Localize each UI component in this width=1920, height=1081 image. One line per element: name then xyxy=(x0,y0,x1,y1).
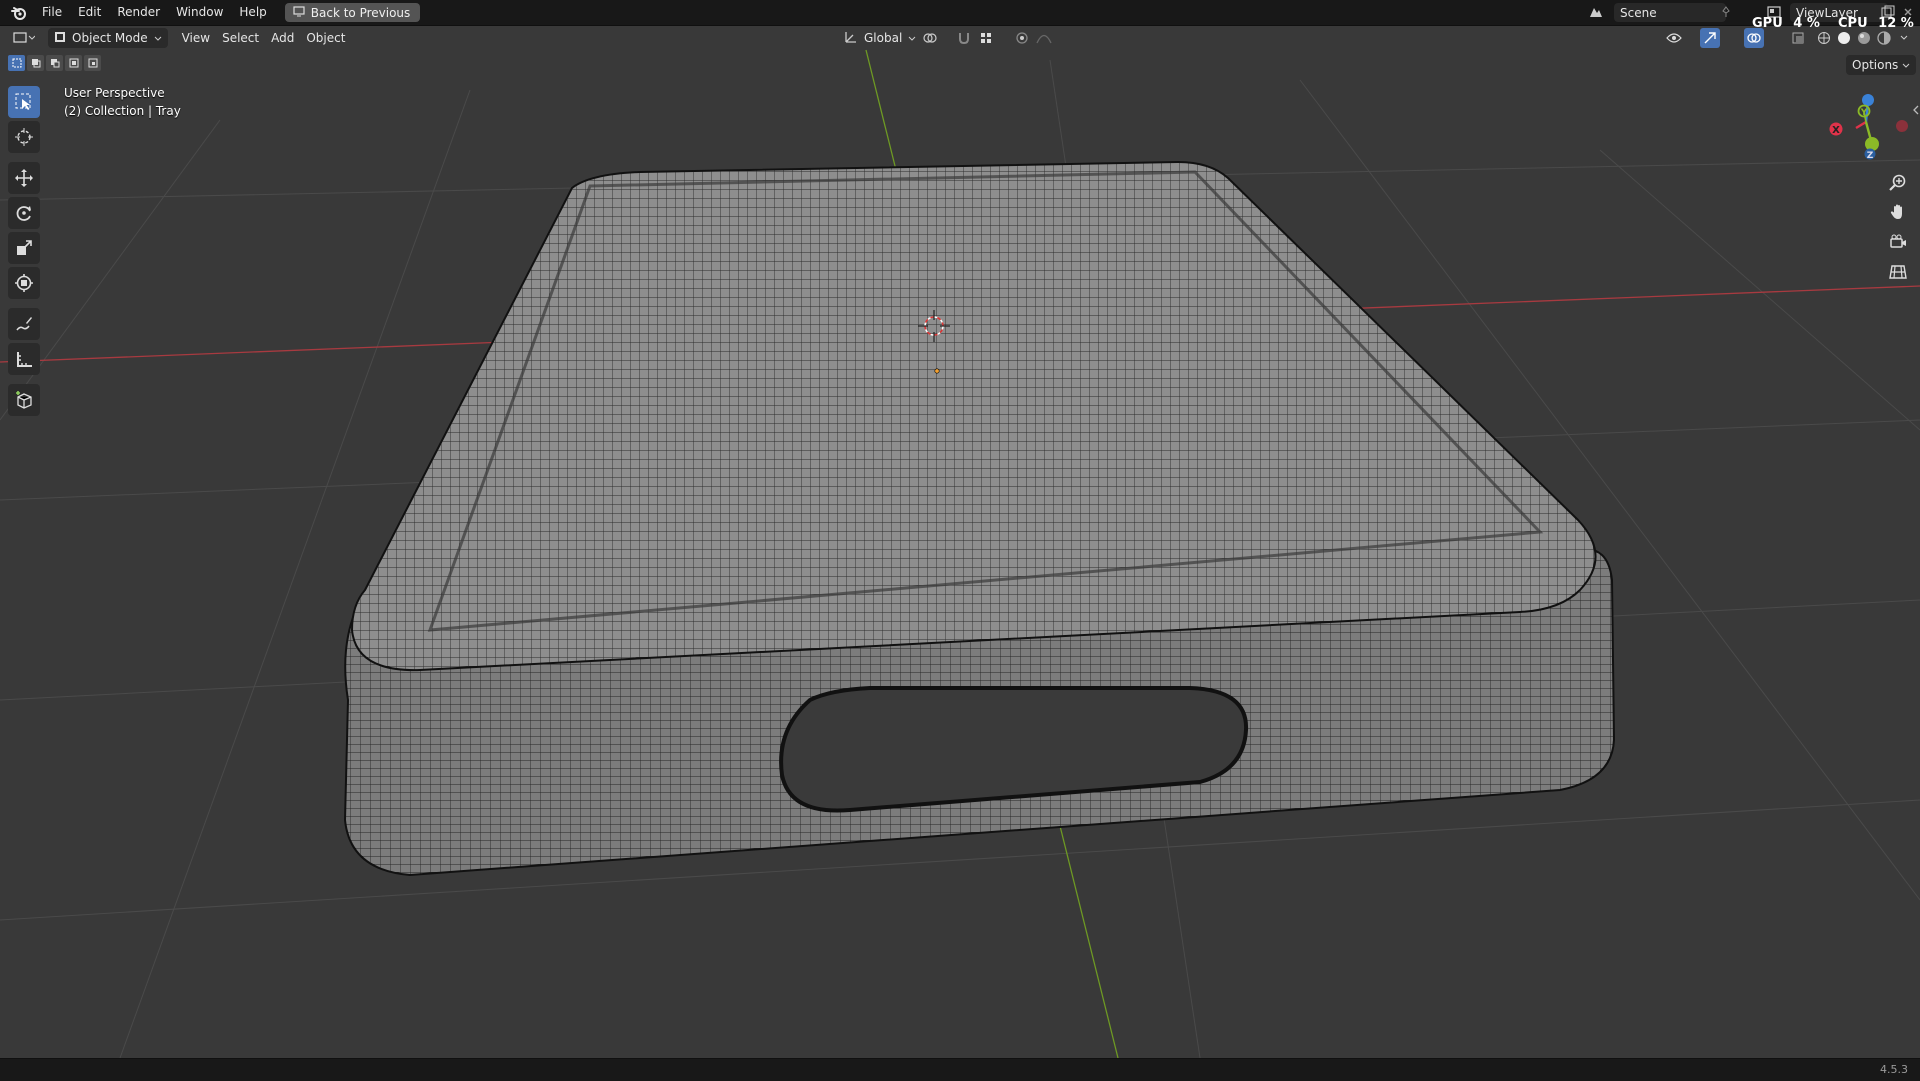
view-name: User Perspective xyxy=(64,86,165,100)
collection-info: (2) Collection | Tray xyxy=(64,104,181,118)
gizmo-x-negative xyxy=(1896,120,1908,132)
navigation-gizmo[interactable]: X Y Z xyxy=(1820,88,1916,168)
overlays-toggle-icon[interactable] xyxy=(1744,28,1764,48)
measure-tool-icon[interactable] xyxy=(8,343,40,375)
object-mode-dropdown[interactable]: Object Mode xyxy=(48,28,168,48)
options-label: Options xyxy=(1852,58,1899,72)
viewport-header: Object Mode View Select Add Object Globa… xyxy=(0,26,1920,50)
select-box-tool-icon[interactable] xyxy=(8,86,40,118)
perspective-toggle-grid-icon[interactable] xyxy=(1883,258,1913,286)
menu-select[interactable]: Select xyxy=(216,28,265,48)
sidebar-toggle-chevron-icon[interactable] xyxy=(1906,100,1920,120)
visibility-eye-icon[interactable] xyxy=(1664,28,1684,48)
gizmo-z-positive xyxy=(1862,94,1874,106)
chevron-down-icon xyxy=(1902,58,1910,72)
gizmo-x-label: X xyxy=(1832,125,1840,136)
add-cube-tool-icon[interactable] xyxy=(8,384,40,416)
cursor-tool-icon[interactable] xyxy=(8,121,40,153)
rendered-shading-icon[interactable] xyxy=(1874,28,1894,48)
options-dropdown[interactable]: Options xyxy=(1846,55,1917,75)
zoom-view-icon[interactable] xyxy=(1883,168,1913,196)
select-extend-icon[interactable] xyxy=(27,55,44,71)
transform-orientation-dropdown[interactable]: Global xyxy=(838,28,922,48)
chevron-down-icon xyxy=(908,31,916,45)
scale-tool-icon[interactable] xyxy=(8,232,40,264)
menu-object[interactable]: Object xyxy=(300,28,351,48)
material-shading-icon[interactable] xyxy=(1854,28,1874,48)
proportional-edit-icon[interactable] xyxy=(1012,28,1032,48)
menu-add[interactable]: Add xyxy=(265,28,300,48)
object-mode-label: Object Mode xyxy=(72,31,148,45)
solid-shading-icon[interactable] xyxy=(1834,28,1854,48)
select-subtract-icon[interactable] xyxy=(46,55,63,71)
xray-toggle-icon[interactable] xyxy=(1788,28,1808,48)
menu-view[interactable]: View xyxy=(176,28,216,48)
3d-viewport[interactable] xyxy=(0,0,1920,1058)
pan-hand-icon[interactable] xyxy=(1883,198,1913,226)
tray-mesh xyxy=(343,160,1616,877)
tool-shelf xyxy=(8,86,40,419)
object-origin-icon xyxy=(934,368,940,374)
camera-view-icon[interactable] xyxy=(1883,228,1913,256)
chevron-down-icon xyxy=(154,31,162,45)
orientation-icon xyxy=(844,30,858,47)
status-bar: 4.5.3 xyxy=(0,1058,1920,1081)
shading-options-chevron-icon[interactable] xyxy=(1894,28,1914,48)
gizmo-y-label: Y xyxy=(1860,108,1868,118)
orientation-label: Global xyxy=(864,31,903,45)
wireframe-shading-icon[interactable] xyxy=(1814,28,1834,48)
annotate-tool-icon[interactable] xyxy=(8,308,40,340)
snap-icon[interactable] xyxy=(954,28,974,48)
rotate-tool-icon[interactable] xyxy=(8,197,40,229)
select-invert-icon[interactable] xyxy=(65,55,82,71)
transform-tool-icon[interactable] xyxy=(8,267,40,299)
version-label: 4.5.3 xyxy=(1880,1063,1908,1076)
move-tool-icon[interactable] xyxy=(8,162,40,194)
falloff-icon[interactable] xyxy=(1034,28,1054,48)
pivot-point-icon[interactable] xyxy=(920,28,940,48)
gizmo-z-label: Z xyxy=(1867,151,1874,161)
editor-type-icon[interactable] xyxy=(10,28,38,48)
snap-target-icon[interactable] xyxy=(976,28,996,48)
select-intersect-icon[interactable] xyxy=(84,55,101,71)
selection-mode-group xyxy=(8,55,101,71)
select-new-icon[interactable] xyxy=(8,55,25,71)
gizmo-toggle-icon[interactable] xyxy=(1700,28,1720,48)
object-mode-icon xyxy=(54,31,66,46)
